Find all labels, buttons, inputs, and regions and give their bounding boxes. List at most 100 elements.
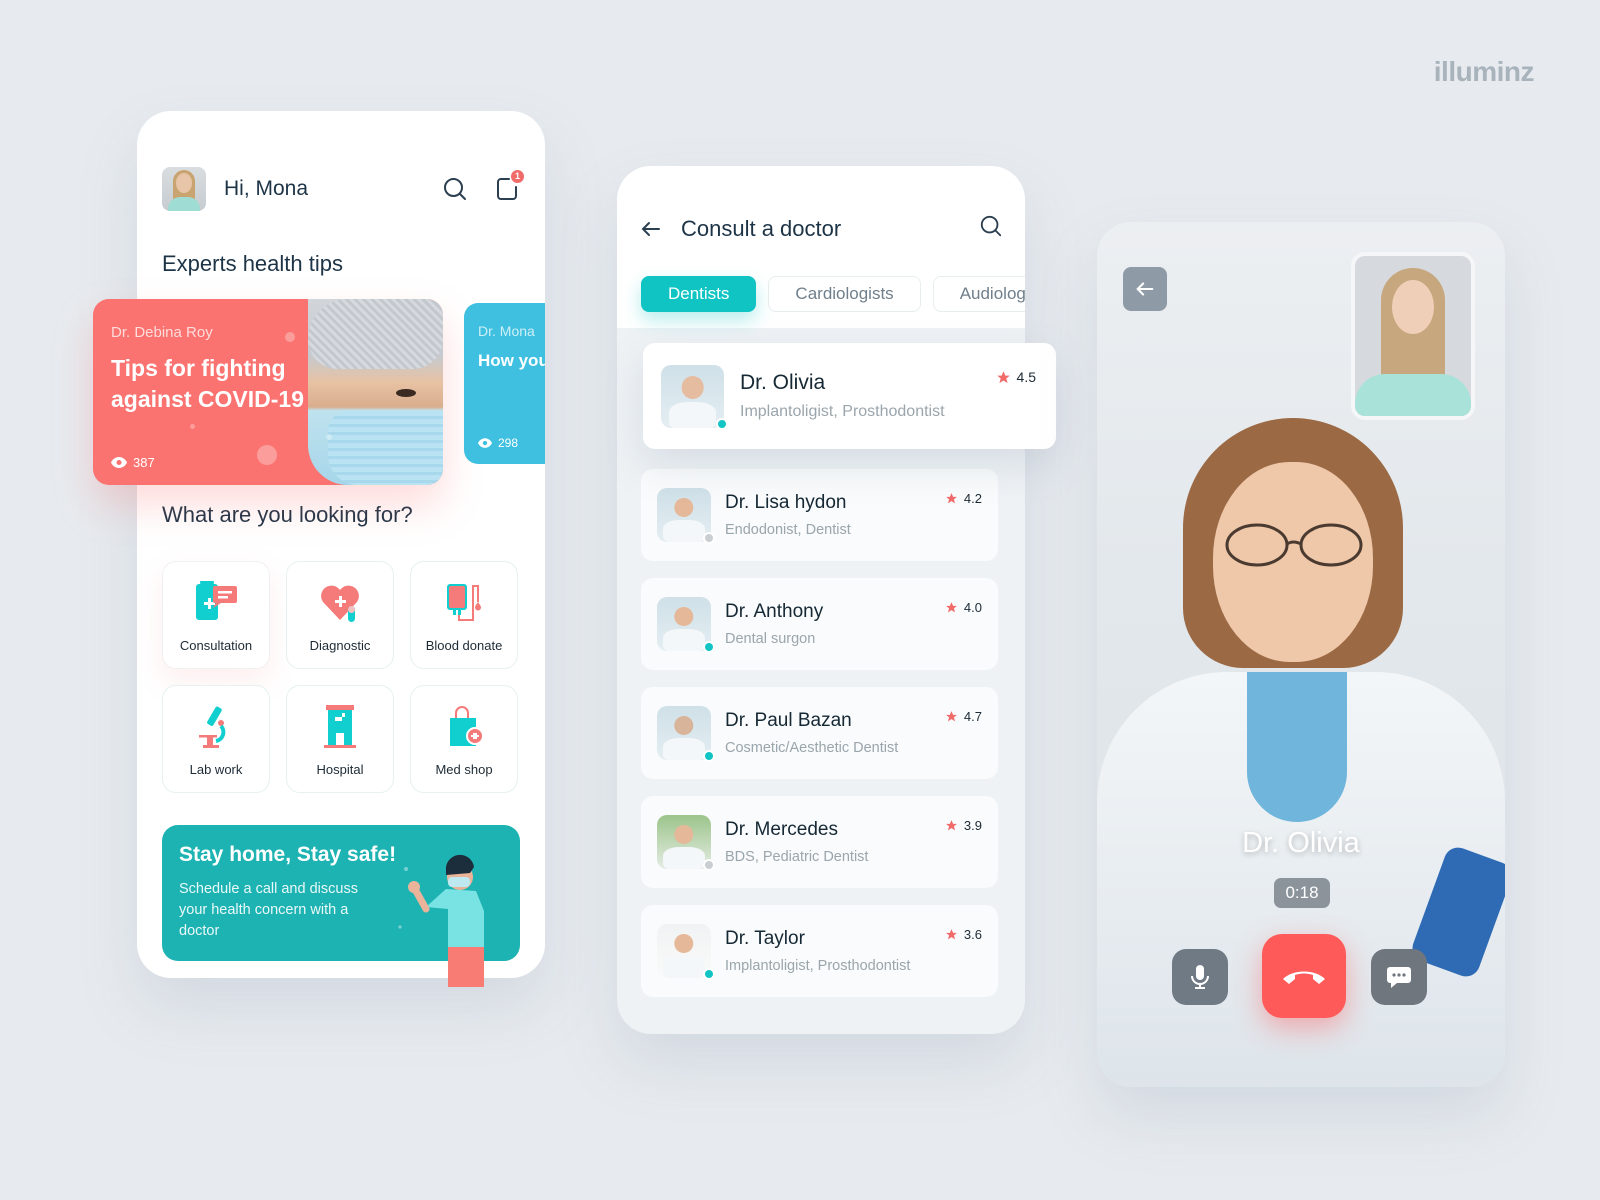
category-diagnostic[interactable]: Diagnostic <box>286 561 394 669</box>
search-icon <box>444 178 466 200</box>
tip-view-count: 298 <box>498 436 519 450</box>
offline-status-dot <box>703 532 715 544</box>
video-call-screen: Dr. Olivia 0:18 <box>1097 222 1505 1087</box>
category-grid: Consultation Diagnostic Blood donate Lab… <box>162 561 520 793</box>
doctor-rating: 4.0 <box>945 600 982 615</box>
promo-banner[interactable]: Stay home, Stay safe! Schedule a call an… <box>162 825 520 987</box>
notification-button[interactable]: 1 <box>494 170 524 202</box>
rating-value: 4.2 <box>963 491 982 506</box>
doctor-specialty: Implantoligist, Prosthodontist <box>740 403 945 420</box>
doctor-rating: 3.6 <box>945 927 982 942</box>
brand-logo: illuminz <box>1433 56 1535 87</box>
home-screen: Hi, Mona 1 Experts health tips What are … <box>137 111 545 987</box>
category-consultation[interactable]: Consultation <box>162 561 270 669</box>
notification-badge: 1 <box>511 170 524 183</box>
category-label: Consultation <box>179 637 253 653</box>
category-label: Lab work <box>189 761 243 777</box>
rating-value: 3.6 <box>963 927 982 942</box>
shopping-bag-plus-icon <box>450 705 484 746</box>
rating-value: 4.5 <box>1016 369 1036 385</box>
category-hospital[interactable]: Hospital <box>286 685 394 793</box>
self-view-video[interactable] <box>1351 252 1475 420</box>
category-label: Blood donate <box>425 637 503 653</box>
doctor-name: Dr. Taylor <box>725 928 805 949</box>
doctor-specialty: Dental surgon <box>725 631 816 647</box>
categories-section-title: What are you looking for? <box>162 502 413 527</box>
mute-button[interactable] <box>1172 949 1228 1005</box>
category-lab-work[interactable]: Lab work <box>162 685 270 793</box>
home-header: Hi, Mona 1 <box>162 167 524 211</box>
arrow-left-icon <box>641 221 660 236</box>
doctor-list-item[interactable]: Dr. Lisa hydon Endodonist, Dentist 4.2 <box>641 469 998 561</box>
doctor-rating: 4.7 <box>945 709 982 724</box>
page-title: Consult a doctor <box>681 215 842 241</box>
eye-icon <box>111 457 127 468</box>
online-status-dot <box>703 641 715 653</box>
tab-audiologists[interactable]: Audiologists <box>932 276 1025 312</box>
user-avatar[interactable] <box>162 167 206 211</box>
doctor-photo <box>661 364 728 430</box>
consult-header: Consult a doctor <box>639 214 1003 243</box>
heart-plus-icon <box>321 585 359 622</box>
category-blood-donate[interactable]: Blood donate <box>410 561 518 669</box>
category-label: Hospital <box>316 761 364 777</box>
microscope-icon <box>199 706 226 748</box>
search-icon <box>980 215 1002 237</box>
doctor-name: Dr. Mercedes <box>725 819 838 840</box>
health-tip-card[interactable]: Dr. Debina Roy Tips for fighting against… <box>93 299 443 485</box>
tip-views: 298 <box>478 436 518 450</box>
doctor-list-item[interactable]: Dr. Paul Bazan Cosmetic/Aesthetic Dentis… <box>641 687 998 779</box>
back-button[interactable] <box>639 217 663 241</box>
arrow-left-icon <box>1136 282 1154 296</box>
doctor-name: Dr. Anthony <box>725 601 824 622</box>
category-label: Med shop <box>435 761 493 777</box>
rating-value: 3.9 <box>963 818 982 833</box>
doctor-photo <box>657 488 715 544</box>
featured-doctor-card[interactable]: Dr. Olivia Implantoligist, Prosthodontis… <box>643 343 1056 449</box>
online-status-dot <box>703 750 715 762</box>
end-call-button[interactable] <box>1262 934 1346 1018</box>
doctor-name: Dr. Lisa hydon <box>725 492 847 513</box>
search-button[interactable] <box>442 176 468 202</box>
search-button[interactable] <box>979 214 1003 243</box>
phone-hangup-icon <box>1283 971 1325 984</box>
caller-name: Dr. Olivia <box>1242 827 1360 859</box>
doctor-photo <box>657 815 715 871</box>
chat-bubble-icon <box>1387 967 1411 988</box>
masked-man-illustration <box>398 854 484 987</box>
tip-author: Dr. Mona <box>478 323 535 339</box>
offline-status-dot <box>703 859 715 871</box>
specialty-tabs: Dentists Cardiologists Audiologists <box>641 276 1025 312</box>
microphone-icon <box>1191 965 1209 989</box>
hospital-icon <box>324 704 356 748</box>
rating-value: 4.0 <box>963 600 982 615</box>
tip-title: How you improve <box>478 351 545 370</box>
doctor-rating: 4.5 <box>996 369 1036 385</box>
tab-cardiologists[interactable]: Cardiologists <box>768 276 921 312</box>
doctor-rating: 3.9 <box>945 818 982 833</box>
tip-author: Dr. Debina Roy <box>111 324 213 341</box>
doctor-name: Dr. Olivia <box>740 371 826 394</box>
doctor-list-item[interactable]: Dr. Mercedes BDS, Pediatric Dentist 3.9 <box>641 796 998 888</box>
star-icon <box>946 493 957 504</box>
tab-dentists[interactable]: Dentists <box>641 276 757 312</box>
greeting: Hi, Mona <box>224 177 309 200</box>
star-icon <box>946 602 957 613</box>
health-tip-card[interactable]: Dr. Mona How you improve 298 <box>464 303 545 464</box>
category-label: Diagnostic <box>309 637 371 653</box>
tip-views: 387 <box>111 455 155 470</box>
doctor-name: Dr. Paul Bazan <box>725 710 852 731</box>
online-status-dot <box>716 417 728 430</box>
star-icon <box>946 711 957 722</box>
rating-value: 4.7 <box>963 709 982 724</box>
promo-title: Stay home, Stay safe! <box>179 843 397 866</box>
call-timer: 0:18 <box>1274 878 1330 908</box>
doctor-list-item[interactable]: Dr. Anthony Dental surgon 4.0 <box>641 578 998 670</box>
category-med-shop[interactable]: Med shop <box>410 685 518 793</box>
doctor-specialty: Cosmetic/Aesthetic Dentist <box>725 740 899 756</box>
chat-button[interactable] <box>1371 949 1427 1005</box>
doctor-list-item[interactable]: Dr. Taylor Implantoligist, Prosthodontis… <box>641 905 998 997</box>
back-button[interactable] <box>1123 267 1167 311</box>
doctor-rating: 4.2 <box>945 491 982 506</box>
tip-photo <box>308 299 443 485</box>
